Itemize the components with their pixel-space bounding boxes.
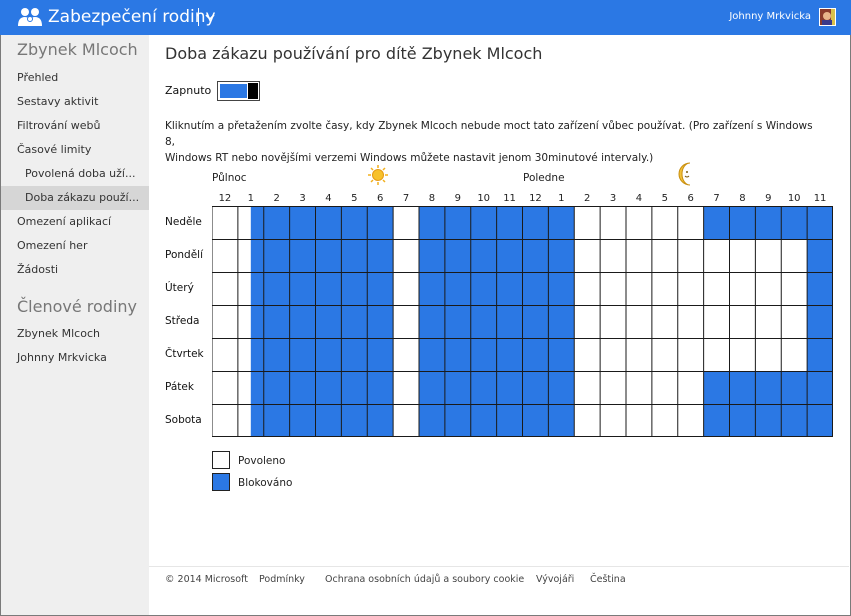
legend-blocked-swatch	[212, 473, 230, 491]
day-label: Sobota	[165, 413, 202, 426]
sidebar-item-curfew[interactable]: Doba zákazu použí...	[1, 186, 149, 210]
user-name[interactable]: Johnny Mrkvicka	[729, 11, 811, 22]
page-title: Doba zákazu používání pro dítě Zbynek Ml…	[165, 44, 543, 63]
legend-blocked-label: Blokováno	[238, 477, 293, 489]
blocked-cell[interactable]	[807, 338, 833, 371]
hour-label: 12	[218, 193, 232, 204]
hour-label: 9	[765, 193, 772, 204]
blocked-cell[interactable]	[250, 371, 394, 404]
blocked-cell[interactable]	[807, 305, 833, 338]
hour-label: 9	[454, 193, 461, 204]
footer-link-terms[interactable]: Podmínky	[259, 574, 305, 585]
description-line: Windows RT nebo novějšími verzemi Window…	[165, 152, 654, 164]
hour-label: 11	[813, 193, 827, 204]
title-separator	[198, 8, 199, 26]
hour-label: 5	[661, 193, 668, 204]
blocked-cell[interactable]	[703, 206, 833, 239]
sidebar-item-requests[interactable]: Žádosti	[1, 258, 149, 282]
app-title[interactable]: Zabezpečení rodiny	[48, 6, 216, 28]
description-line: Kliknutím a přetažením zvolte časy, kdy …	[165, 120, 813, 148]
blocked-cell[interactable]	[807, 272, 833, 305]
sidebar-item-game-restrictions[interactable]: Omezení her	[1, 234, 149, 258]
blocked-cell[interactable]	[250, 272, 394, 305]
footer-link-developers[interactable]: Vývojáři	[536, 574, 574, 585]
legend-allowed-swatch	[212, 451, 230, 469]
blocked-cell[interactable]	[703, 404, 833, 437]
hour-label: 3	[609, 193, 617, 204]
avatar-image	[820, 9, 835, 25]
hour-label: 7	[402, 193, 410, 204]
hour-label: 3	[299, 193, 306, 204]
day-label: Středa	[165, 314, 200, 327]
sidebar-item-allowed-time[interactable]: Povolená doba uží...	[1, 162, 149, 186]
hour-label: 1	[247, 193, 254, 204]
moon-icon	[678, 162, 691, 186]
blocked-cell[interactable]	[807, 239, 833, 272]
sidebar-child-name[interactable]: Zbynek Mlcoch	[17, 40, 138, 59]
legend-allowed-label: Povoleno	[238, 455, 286, 467]
blocked-cell[interactable]	[250, 404, 394, 437]
hour-label: 8	[739, 193, 746, 204]
sidebar-item-overview[interactable]: Přehled	[1, 66, 149, 90]
family-members-heading: Členové rodiny	[17, 297, 138, 316]
toggle-track	[220, 84, 247, 98]
curfew-grid[interactable]	[212, 206, 834, 437]
sun-icon	[368, 165, 388, 185]
midnight-label: Půlnoc	[212, 172, 247, 184]
hour-label: 8	[428, 193, 436, 204]
noon-label: Poledne	[523, 172, 565, 184]
blocked-cell[interactable]	[250, 206, 394, 239]
top-bar: Zabezpečení rodiny Johnny Mrkvicka	[0, 0, 851, 35]
hour-label: 6	[687, 193, 694, 204]
family-icon	[18, 8, 42, 26]
curfew-toggle[interactable]	[217, 81, 260, 101]
hour-label: 10	[477, 193, 491, 204]
blocked-cell[interactable]	[250, 239, 394, 272]
blocked-cell[interactable]	[703, 371, 833, 404]
hour-label: 5	[351, 193, 358, 204]
sidebar-item-app-restrictions[interactable]: Omezení aplikací	[1, 210, 149, 234]
toggle-label: Zapnuto	[165, 84, 212, 97]
sidebar-item-time-limits[interactable]: Časové limity	[1, 138, 149, 162]
hour-label: 4	[325, 193, 332, 204]
day-label: Pondělí	[165, 248, 203, 261]
footer-divider	[149, 566, 849, 567]
sidebar: Zbynek Mlcoch Přehled Sestavy aktivit Fi…	[1, 35, 149, 615]
hour-label: 10	[787, 193, 801, 204]
blocked-cell[interactable]	[250, 305, 394, 338]
day-label: Úterý	[165, 281, 194, 294]
chevron-down-icon[interactable]	[205, 12, 215, 22]
sidebar-item-web-filtering[interactable]: Filtrování webů	[1, 114, 149, 138]
sidebar-item-activity-reports[interactable]: Sestavy aktivit	[1, 90, 149, 114]
description: Kliknutím a přetažením zvolte časy, kdy …	[165, 118, 815, 166]
day-label: Neděle	[165, 215, 202, 228]
family-member-item[interactable]: Zbynek Mlcoch	[1, 322, 149, 346]
toggle-knob[interactable]	[248, 83, 258, 99]
day-label: Čtvrtek	[165, 347, 204, 360]
footer-copyright: © 2014 Microsoft	[165, 574, 248, 585]
hour-label: 12	[529, 193, 542, 204]
footer-link-language[interactable]: Čeština	[590, 574, 626, 585]
hour-label: 6	[377, 193, 384, 204]
hour-label: 4	[635, 193, 643, 204]
hour-label: 1	[558, 193, 565, 204]
avatar[interactable]	[819, 8, 836, 26]
hour-label: 2	[584, 193, 591, 204]
day-label: Pátek	[165, 380, 194, 393]
family-member-item[interactable]: Johnny Mrkvicka	[1, 346, 149, 370]
hour-label: 7	[713, 193, 720, 204]
blocked-cell[interactable]	[250, 338, 394, 371]
hour-label: 2	[273, 193, 280, 204]
hour-label: 11	[503, 193, 516, 204]
footer-link-privacy[interactable]: Ochrana osobních údajů a soubory cookie	[325, 574, 524, 585]
